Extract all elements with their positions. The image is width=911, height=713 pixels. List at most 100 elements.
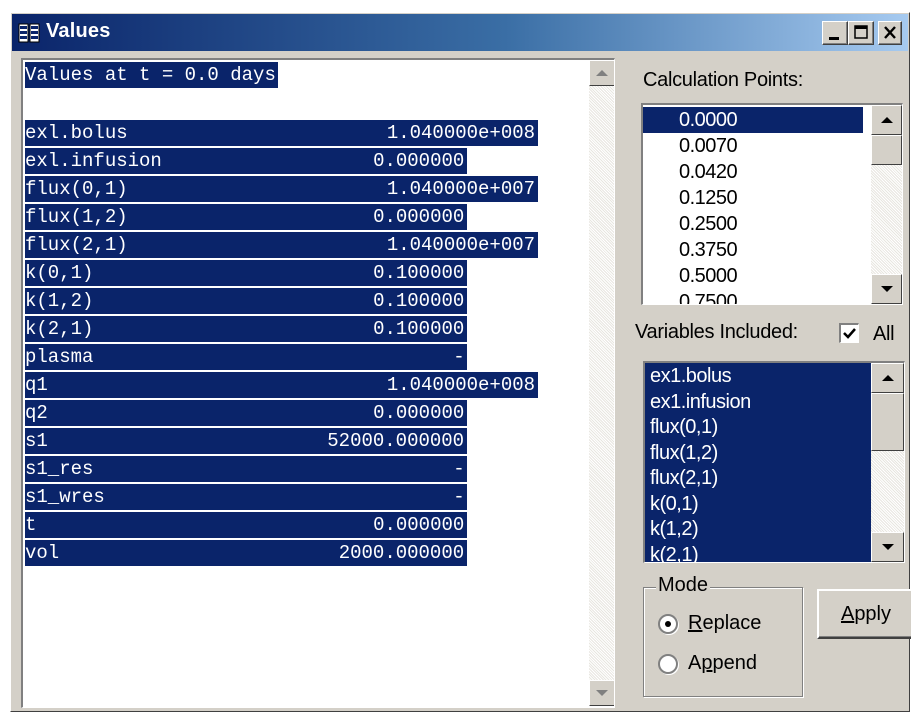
cp-scroll-thumb[interactable]: [871, 135, 902, 165]
value-row-name: exl.infusion: [25, 150, 162, 172]
vi-scroll-thumb[interactable]: [871, 393, 904, 451]
value-row-value: 0.000000: [373, 514, 465, 536]
variable-item[interactable]: ex1.infusion: [645, 389, 865, 415]
mode-group: Mode Replace Append: [643, 574, 803, 697]
calculation-point-item[interactable]: 0.0000: [643, 107, 863, 133]
value-row-value: 0.100000: [373, 262, 465, 284]
value-row: flux(1,2) 0.000000: [25, 204, 467, 230]
values-scroll-down-button[interactable]: [589, 680, 614, 706]
window-title: Values: [46, 20, 111, 42]
append-a: A: [688, 652, 702, 674]
checkmark-icon: [843, 328, 856, 339]
variable-item[interactable]: flux(0,1): [645, 414, 865, 440]
apply-mnemonic: A: [840, 602, 855, 625]
value-row-name: flux(1,2): [25, 206, 128, 228]
values-text-area[interactable]: Values at t = 0.0 days exl.bolus 1.040000…: [21, 58, 615, 708]
value-row: exl.infusion 0.000000: [25, 148, 467, 174]
replace-radio[interactable]: [658, 614, 678, 634]
apply-button-label: Apply: [840, 602, 892, 625]
value-row-value: 1.040000e+008: [386, 122, 536, 144]
value-row-name: k(0,1): [25, 262, 94, 284]
calculation-point-item[interactable]: 0.5000: [643, 263, 863, 289]
vi-scroll-down-button[interactable]: [871, 532, 904, 562]
value-row-name: s1: [25, 430, 48, 452]
append-radio-label[interactable]: Append: [688, 652, 757, 675]
chevron-down-icon: [596, 690, 608, 696]
value-row-name: k(1,2): [25, 290, 94, 312]
all-label: All: [873, 323, 895, 345]
value-row: flux(2,1) 1.040000e+007: [25, 232, 538, 258]
value-row-value: -: [453, 346, 465, 368]
value-row-name: flux(0,1): [25, 178, 128, 200]
chevron-down-icon: [881, 544, 894, 550]
values-scrollbar[interactable]: [589, 60, 614, 706]
value-row-value: -: [453, 486, 465, 508]
calculation-points-scrollbar[interactable]: [871, 105, 902, 304]
cp-scroll-up-button[interactable]: [871, 105, 902, 135]
value-row-name: flux(2,1): [25, 234, 128, 256]
value-row: vol 2000.000000: [25, 540, 467, 566]
value-row-value: 1.040000e+007: [386, 178, 536, 200]
calculation-point-item[interactable]: 0.3750: [643, 237, 863, 263]
variable-item[interactable]: k(2,1): [645, 542, 865, 563]
values-header: Values at t = 0.0 days: [25, 62, 278, 88]
radio-dot-icon: [665, 621, 671, 627]
value-row-value: 1.040000e+008: [386, 374, 536, 396]
value-row: exl.bolus 1.040000e+008: [25, 120, 538, 146]
chevron-down-icon: [880, 286, 893, 292]
close-button[interactable]: [878, 21, 902, 45]
value-row-value: 0.000000: [373, 402, 465, 424]
calculation-point-item[interactable]: 0.7500: [643, 289, 863, 304]
value-row-name: q1: [25, 374, 48, 396]
variables-scrollbar[interactable]: [871, 363, 904, 562]
value-row: s1_wres -: [25, 484, 467, 510]
value-row-value: -: [453, 458, 465, 480]
value-row-value: 52000.000000: [327, 430, 465, 452]
cp-scroll-down-button[interactable]: [871, 274, 902, 304]
value-row-name: plasma: [25, 346, 94, 368]
value-row: s1 52000.000000: [25, 428, 467, 454]
value-row: plasma -: [25, 344, 467, 370]
calculation-point-item[interactable]: 0.0070: [643, 133, 863, 159]
apply-button[interactable]: Apply: [817, 589, 911, 639]
value-row: t 0.000000: [25, 512, 467, 538]
value-row-value: 0.000000: [373, 150, 465, 172]
mode-label: Mode: [656, 574, 711, 597]
vi-scroll-up-button[interactable]: [871, 363, 904, 393]
minimize-button[interactable]: [822, 21, 848, 45]
grid-window-icon: [18, 23, 40, 43]
value-row-name: k(2,1): [25, 318, 94, 340]
value-row: flux(0,1) 1.040000e+007: [25, 176, 538, 202]
append-rest: pend: [712, 652, 757, 674]
values-scroll-up-button[interactable]: [589, 60, 614, 86]
calculation-points-label: Calculation Points:: [643, 69, 803, 91]
value-row-value: 0.100000: [373, 318, 465, 340]
value-row-name: q2: [25, 402, 48, 424]
value-row-name: s1_res: [25, 458, 94, 480]
append-radio[interactable]: [658, 654, 678, 674]
variable-item[interactable]: flux(1,2): [645, 440, 865, 466]
append-mnemonic: p: [701, 652, 713, 674]
value-row-value: 2000.000000: [338, 542, 465, 564]
variable-item[interactable]: k(0,1): [645, 491, 865, 517]
replace-radio-label[interactable]: Replace: [688, 612, 761, 635]
variable-item[interactable]: ex1.bolus: [645, 363, 865, 389]
maximize-button[interactable]: [848, 21, 874, 45]
variable-item[interactable]: k(1,2): [645, 516, 865, 542]
calculation-points-list[interactable]: 0.0000 0.0070 0.0420 0.1250 0.2500 0.3750 0.50…: [641, 103, 903, 305]
variable-item[interactable]: flux(2,1): [645, 465, 865, 491]
chevron-up-icon: [880, 117, 893, 123]
replace-rest: eplace: [702, 612, 762, 634]
value-row: s1_res -: [25, 456, 467, 482]
calculation-point-item[interactable]: 0.2500: [643, 211, 863, 237]
title-bar[interactable]: Values: [12, 14, 908, 51]
all-checkbox[interactable]: [839, 323, 859, 343]
calculation-point-item[interactable]: 0.1250: [643, 185, 863, 211]
close-icon: [884, 26, 896, 39]
value-row-value: 0.000000: [373, 206, 465, 228]
value-row: q1 1.040000e+008: [25, 372, 538, 398]
calculation-point-item[interactable]: 0.0420: [643, 159, 863, 185]
variables-list[interactable]: ex1.bolus ex1.infusion flux(0,1) flux(1,2) f…: [643, 361, 905, 563]
value-row: k(1,2) 0.100000: [25, 288, 467, 314]
value-row-name: exl.bolus: [25, 122, 128, 144]
